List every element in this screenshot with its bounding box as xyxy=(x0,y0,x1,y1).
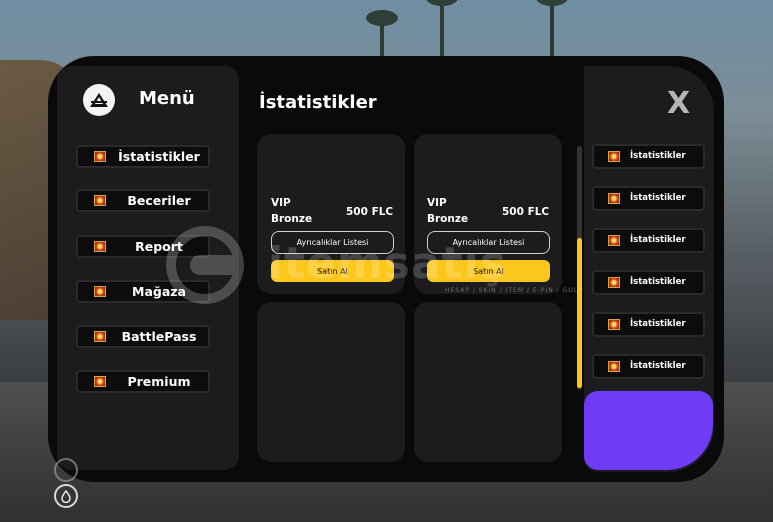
right-item-label: İstatistikler xyxy=(630,277,686,287)
vip-tier-line: VIP xyxy=(271,197,291,209)
hud-circle-icon xyxy=(54,458,78,482)
sun-badge-icon xyxy=(608,235,620,246)
sun-badge-icon xyxy=(94,241,106,252)
sun-badge-icon xyxy=(608,361,620,372)
sidebar-item-label: İstatistikler xyxy=(118,149,200,164)
sidebar-item-label: Premium xyxy=(127,374,191,389)
water-drop-icon xyxy=(54,484,78,508)
sidebar-item-label: Report xyxy=(135,239,183,254)
sidebar-item-label: Beceriler xyxy=(127,193,191,208)
vip-price: 500 FLC xyxy=(502,206,550,218)
right-item-label: İstatistikler xyxy=(630,193,686,203)
sun-badge-icon xyxy=(94,376,106,387)
right-item-label: İstatistikler xyxy=(630,319,686,329)
sun-badge-icon xyxy=(94,286,106,297)
sidebar-item-premium[interactable]: Premium xyxy=(76,370,210,393)
right-item-istatistikler[interactable]: İstatistikler xyxy=(592,312,705,337)
right-item-istatistikler[interactable]: İstatistikler xyxy=(592,186,705,211)
sun-badge-icon xyxy=(608,277,620,288)
empty-card xyxy=(257,302,405,462)
right-item-istatistikler[interactable]: İstatistikler xyxy=(592,144,705,169)
sidebar-item-beceriler[interactable]: Beceriler xyxy=(76,189,210,212)
palm-tree xyxy=(426,0,458,60)
right-item-istatistikler[interactable]: İstatistikler xyxy=(592,354,705,379)
close-button[interactable]: X xyxy=(667,86,690,122)
watermark-text: itemsatış xyxy=(268,238,507,289)
sun-badge-icon xyxy=(94,151,106,162)
right-item-label: İstatistikler xyxy=(630,361,686,371)
right-item-label: İstatistikler xyxy=(630,151,686,161)
scrollbar-thumb[interactable] xyxy=(577,238,582,388)
mountain-logo-icon xyxy=(83,84,115,116)
palm-tree xyxy=(536,0,568,60)
sun-badge-icon xyxy=(608,151,620,162)
vip-tier-line: VIP xyxy=(427,197,447,209)
vip-tier-label: VIP Bronze xyxy=(271,195,312,227)
vip-tier-label: VIP Bronze xyxy=(427,195,468,227)
sidebar-item-istatistikler[interactable]: İstatistikler xyxy=(76,145,210,168)
sidebar-item-battlepass[interactable]: BattlePass xyxy=(76,325,210,348)
watermark-subtext: HESAP / SKIN / ITEM / E-PIN / GOLD xyxy=(445,287,584,294)
right-item-istatistikler[interactable]: İstatistikler xyxy=(592,228,705,253)
right-item-label: İstatistikler xyxy=(630,235,686,245)
palm-tree xyxy=(366,10,398,60)
menu-title: Menü xyxy=(139,88,195,109)
sidebar-item-report[interactable]: Report xyxy=(76,235,210,258)
vip-tier-line: Bronze xyxy=(427,213,469,225)
sun-badge-icon xyxy=(94,331,106,342)
empty-card xyxy=(414,302,562,462)
sun-badge-icon xyxy=(608,319,620,330)
purple-panel xyxy=(584,391,713,470)
sidebar-item-label: Mağaza xyxy=(132,284,186,299)
sidebar-item-magaza[interactable]: Mağaza xyxy=(76,280,210,303)
sun-badge-icon xyxy=(94,195,106,206)
vip-tier-line: Bronze xyxy=(271,213,313,225)
page-title: İstatistikler xyxy=(259,92,377,113)
right-item-istatistikler[interactable]: İstatistikler xyxy=(592,270,705,295)
vip-price: 500 FLC xyxy=(346,206,394,218)
sidebar-item-label: BattlePass xyxy=(121,329,197,344)
sidebar xyxy=(57,66,239,470)
sun-badge-icon xyxy=(608,193,620,204)
